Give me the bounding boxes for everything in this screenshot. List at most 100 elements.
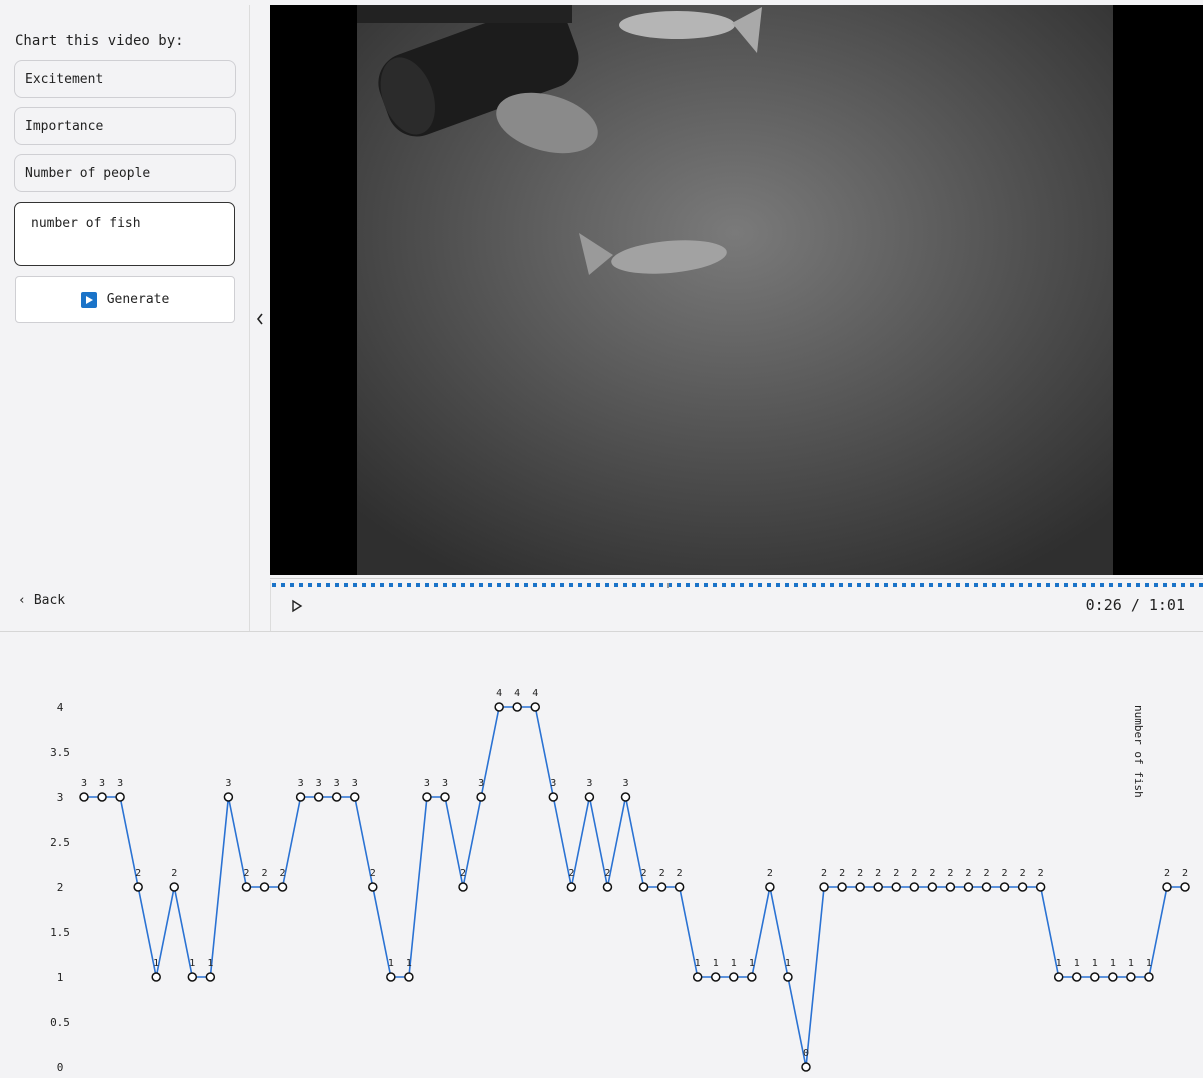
data-label: 1: [695, 958, 701, 969]
data-label: 2: [460, 868, 466, 879]
data-point: [241, 882, 252, 892]
data-label: 2: [839, 868, 845, 879]
data-point: [656, 882, 667, 892]
data-label: 2: [604, 868, 610, 879]
data-point: [530, 702, 540, 712]
data-point: [151, 972, 161, 982]
data-point: [765, 882, 775, 892]
data-point: [999, 882, 1010, 892]
data-label: 2: [1164, 868, 1170, 879]
y-tick-label: 2: [57, 881, 64, 894]
data-point: [981, 882, 992, 892]
option-importance-button[interactable]: Importance: [14, 107, 236, 145]
data-label: 1: [388, 958, 394, 969]
data-label: 3: [442, 778, 448, 789]
option-number-of-people-button[interactable]: Number of people: [14, 154, 236, 192]
data-point: [945, 882, 956, 892]
data-label: 3: [298, 778, 304, 789]
data-point: [79, 792, 89, 802]
data-point: [494, 702, 504, 712]
data-label: 2: [767, 868, 773, 879]
data-point: [422, 792, 432, 802]
y-axis-label: number of fish: [1132, 705, 1145, 798]
data-point: [747, 972, 757, 982]
data-label: 1: [785, 958, 791, 969]
data-label: 1: [1128, 958, 1134, 969]
data-label: 2: [893, 868, 899, 879]
data-label: 1: [731, 958, 737, 969]
data-label: 2: [641, 868, 647, 879]
collapse-sidebar-button[interactable]: [252, 310, 268, 328]
data-point: [1035, 882, 1046, 892]
timeline-scrubber[interactable]: [270, 573, 1203, 588]
video-player[interactable]: [270, 5, 1203, 575]
data-point: [638, 882, 649, 892]
play-icon[interactable]: [289, 598, 305, 614]
data-label: 2: [243, 868, 249, 879]
data-label: 2: [929, 868, 935, 879]
generate-label: Generate: [106, 292, 170, 307]
sidebar-title: Chart this video by:: [15, 33, 184, 49]
data-point: [1180, 882, 1190, 892]
data-label: 2: [1182, 868, 1188, 879]
data-point: [295, 792, 306, 802]
data-label: 2: [677, 868, 683, 879]
data-point: [855, 882, 865, 892]
data-label: 2: [135, 868, 141, 879]
data-point: [205, 972, 216, 982]
y-tick-label: 0: [57, 1061, 64, 1074]
option-excitement-button[interactable]: Excitement: [14, 60, 236, 98]
data-point: [674, 882, 685, 892]
data-label: 4: [496, 688, 502, 699]
data-point: [963, 882, 974, 892]
data-label: 0: [803, 1048, 809, 1059]
data-label: 1: [1056, 958, 1062, 969]
data-point: [458, 882, 468, 892]
data-label: 2: [370, 868, 376, 879]
data-label: 1: [406, 958, 412, 969]
data-label: 1: [1110, 958, 1116, 969]
data-label: 3: [424, 778, 430, 789]
data-label: 1: [1074, 958, 1080, 969]
data-point: [350, 792, 360, 802]
y-tick-label: 3: [57, 791, 64, 804]
data-point: [819, 882, 829, 892]
y-tick-label: 0.5: [50, 1016, 70, 1029]
data-point: [1072, 972, 1082, 982]
data-label: 2: [875, 868, 881, 879]
data-point: [801, 1062, 811, 1072]
data-point: [620, 792, 631, 802]
data-point: [133, 882, 143, 892]
data-label: 2: [911, 868, 917, 879]
chart: 0 0.5 1 1.5 2 2.5 3 3.5 4 3 3 3 2 1 2 1 1 3 2 2 2 3 3 3 3 2 1 1 3 3 2 3…: [0, 632, 1203, 1078]
data-label: 1: [1146, 958, 1152, 969]
data-label: 2: [947, 868, 953, 879]
data-label: 2: [171, 868, 177, 879]
y-tick-label: 2.5: [50, 836, 70, 849]
data-point: [783, 972, 793, 982]
video-frame: [357, 5, 1113, 575]
data-label: 4: [514, 688, 520, 699]
data-label: 1: [153, 958, 159, 969]
back-link[interactable]: ‹ Back: [18, 593, 65, 608]
data-point: [313, 792, 324, 802]
data-point: [1126, 972, 1136, 982]
data-label: 2: [1002, 868, 1008, 879]
generate-button[interactable]: Generate: [15, 276, 235, 323]
data-label: 4: [532, 688, 538, 699]
data-point: [1108, 972, 1118, 982]
data-label: 2: [965, 868, 971, 879]
data-point: [1017, 882, 1028, 892]
data-label: 3: [316, 778, 322, 789]
data-point: [584, 792, 595, 802]
data-point: [711, 972, 721, 982]
time-display: 0:26 / 1:01: [1086, 596, 1185, 614]
data-label: 3: [99, 778, 105, 789]
player-controls: 0:26 / 1:01: [270, 580, 1203, 631]
data-point: [909, 882, 920, 892]
chevron-left-icon: [256, 313, 263, 325]
data-point: [873, 882, 883, 892]
data-label: 2: [261, 868, 267, 879]
data-point: [259, 882, 270, 892]
custom-metric-input[interactable]: [14, 202, 235, 266]
